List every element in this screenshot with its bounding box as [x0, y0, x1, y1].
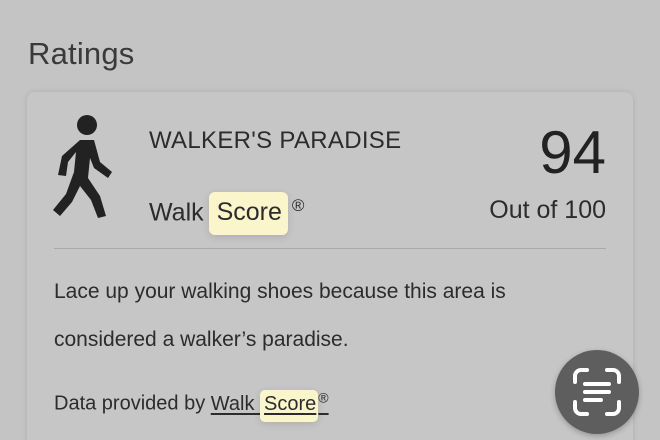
section-title: Ratings [28, 36, 135, 71]
data-provider: Data provided by Walk Score ® [54, 389, 329, 422]
provider-link-highlight: Score [260, 389, 319, 422]
brand-prefix: Walk [149, 198, 211, 227]
walk-score-value: 94 [539, 119, 606, 186]
divider [54, 248, 606, 249]
text-scan-button[interactable] [555, 350, 639, 434]
provider-prefix: Data provided by [54, 392, 211, 415]
text-scan-icon [573, 368, 621, 416]
registered-mark: ® [291, 196, 305, 215]
brand-highlight: Score [208, 192, 288, 236]
walk-score-link[interactable]: Walk Score ® [210, 389, 329, 422]
rating-description: Lace up your walking shoes because this … [54, 280, 506, 351]
provider-registered-mark: ® [318, 389, 329, 405]
walk-score-max: Out of 100 [489, 196, 606, 224]
rating-label: WALKER'S PARADISE [149, 127, 402, 154]
walk-score-brand: Walk Score ® [149, 192, 305, 236]
provider-link-prefix: Walk [210, 392, 261, 415]
pedestrian-icon [53, 115, 112, 218]
